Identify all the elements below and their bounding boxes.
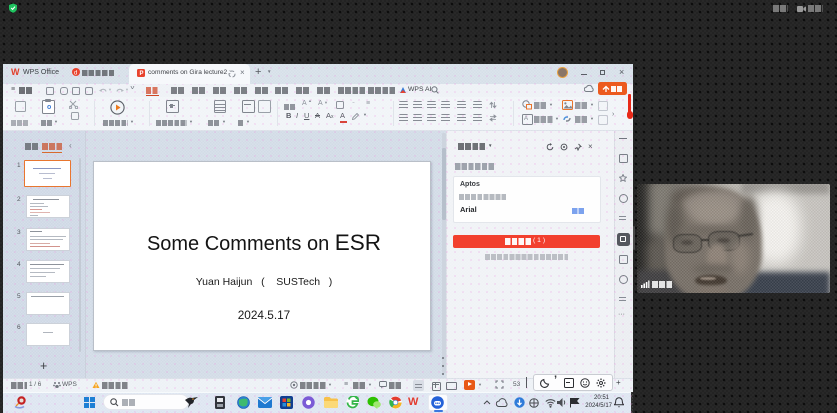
svg-text:d: d [74,70,77,76]
